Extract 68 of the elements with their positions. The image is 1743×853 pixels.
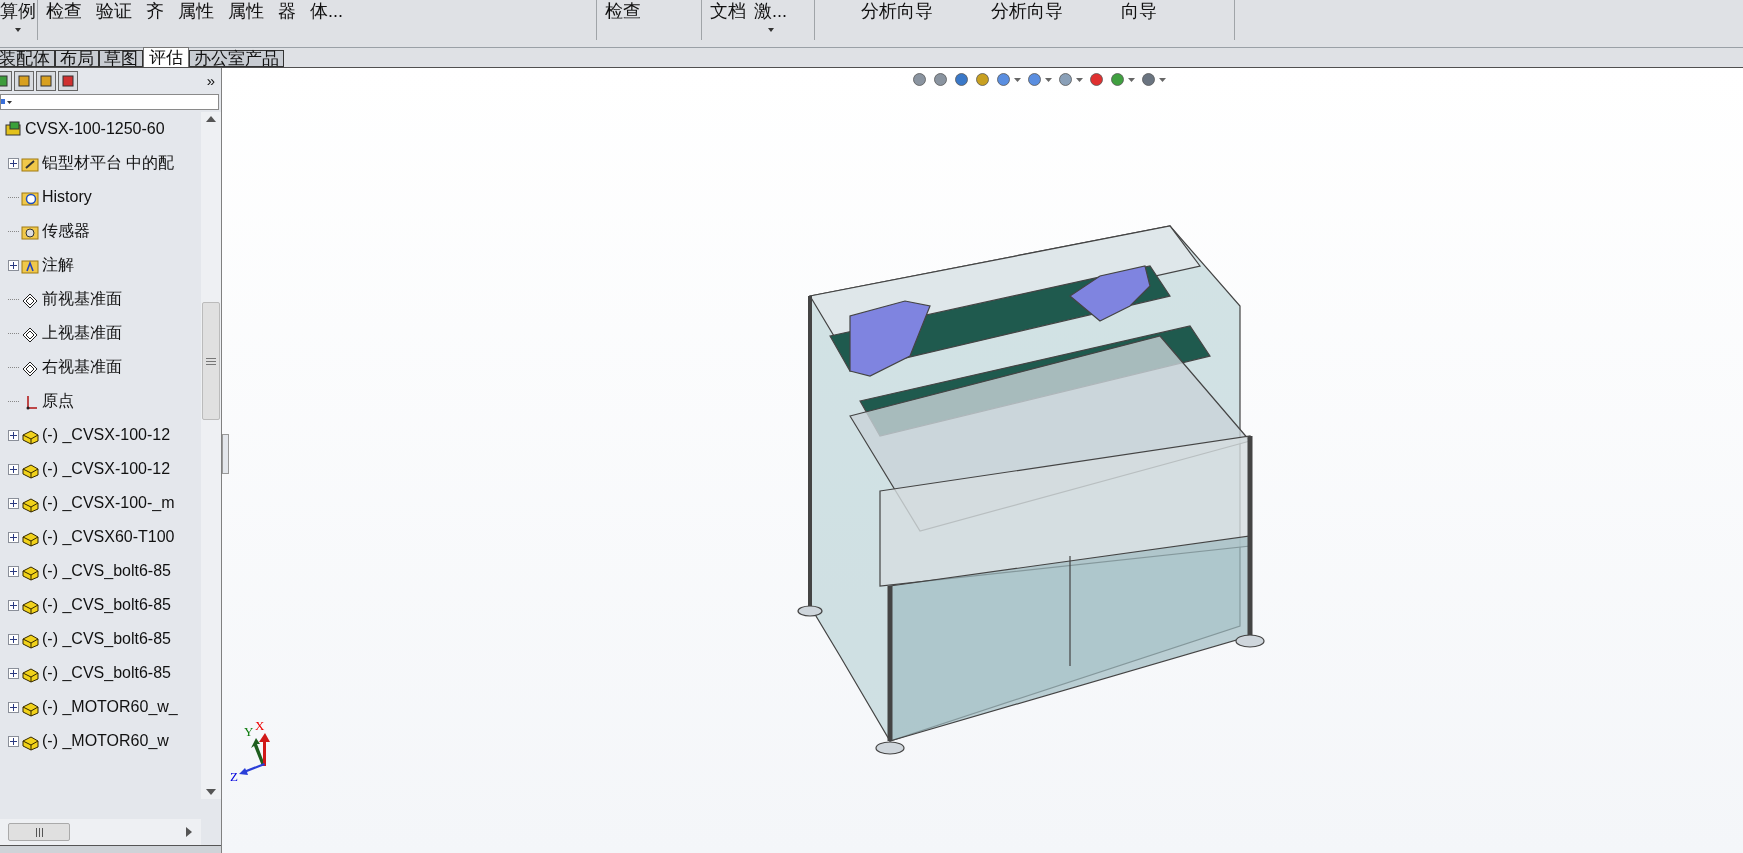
tree-item[interactable]: CVSX-100-1250-60 [25,117,165,141]
configuration-icon[interactable] [36,71,56,91]
toolbar-button[interactable]: 验证 [94,0,134,22]
filter-field[interactable] [0,94,219,110]
tree-item[interactable]: (-) _CVS_bolt6-85 [42,661,171,685]
tree-item[interactable]: (-) _CVSX-100-_m [42,491,175,515]
expand-toggle[interactable] [8,667,19,679]
scroll-right-icon[interactable] [185,826,193,838]
tree-item[interactable]: 上视基准面 [42,321,122,345]
vertical-scrollbar[interactable] [201,112,221,799]
expand-toggle[interactable] [8,599,19,611]
toolbar-button[interactable]: 算例 [0,0,38,32]
color-wheel-icon[interactable] [58,71,78,91]
toolbar-button[interactable]: 齐 [144,0,166,22]
y-axis-label: Y [244,725,254,738]
tree-item[interactable]: (-) _CVS_bolt6-85 [42,593,171,617]
tab[interactable]: 办公室产品 [189,50,284,67]
toolbar-button[interactable]: 检查 [44,0,84,22]
tree-item[interactable]: (-) _CVS_bolt6-85 [42,627,171,651]
toolbar-button[interactable]: 属性 [176,0,216,22]
tree-item[interactable]: 注解 [42,253,74,277]
horizontal-scrollbar[interactable] [0,819,201,845]
tab[interactable]: 装配体 [0,50,55,67]
expand-toggle[interactable] [8,259,19,271]
toolbar-button[interactable]: 向导 [1119,0,1159,22]
tree-item[interactable]: (-) _MOTOR60_w [42,729,169,753]
tab[interactable]: 草图 [99,50,143,67]
expand-toggle[interactable] [8,565,19,577]
scroll-up-icon[interactable] [206,116,216,122]
toolbar-button[interactable]: 检查 [603,0,643,22]
expand-toggle[interactable] [8,633,19,645]
tree-item[interactable]: (-) _CVSX-100-12 [42,423,171,447]
expand-toggle[interactable] [8,497,19,509]
expand-toggle[interactable] [8,429,19,441]
toolbar-button[interactable]: 体... [308,0,345,22]
view-collapse-handle[interactable] [222,434,229,474]
toolbar-button[interactable]: 激... [752,0,789,32]
assembly-icon [4,119,22,139]
toolbar-button[interactable]: 分析向导 [859,0,935,22]
scroll-down-icon[interactable] [206,789,216,795]
more-button[interactable]: » [206,69,221,93]
expand-toggle[interactable] [8,531,19,543]
expand-toggle[interactable] [8,701,19,713]
z-axis-label: Z [230,770,238,783]
tab[interactable]: 评估 [143,47,189,67]
toolbar-button[interactable]: 文档 [708,0,748,22]
toolbar-button[interactable]: 属性 [226,0,266,22]
tree-item[interactable]: (-) _CVSX60-T100 [42,525,175,549]
property-sheet-icon[interactable] [14,71,34,91]
tab[interactable]: 布局 [55,50,99,67]
caret-icon [767,28,774,32]
expand-toggle[interactable] [8,157,19,169]
tree-item[interactable]: (-) _MOTOR60_w_ [42,695,178,719]
tree-item[interactable]: History [42,185,92,209]
tree-item[interactable]: (-) _CVS_bolt6-85 [42,559,171,583]
tree-item[interactable]: (-) _CVSX-100-12 [42,457,171,481]
tree-item[interactable]: 铝型材平台 中的配 [42,151,175,175]
expand-toggle[interactable] [8,463,19,475]
toolbar-button[interactable]: 器 [276,0,298,22]
tree-item[interactable]: 前视基准面 [42,287,122,311]
filter-dropdown-icon [1,98,13,106]
tree-item[interactable]: 传感器 [42,219,90,243]
expand-toggle[interactable] [8,735,19,747]
tree-item[interactable]: 原点 [42,389,74,413]
caret-icon [15,28,21,32]
toolbar-button[interactable]: 分析向导 [989,0,1065,22]
tree-item[interactable]: 右视基准面 [42,355,122,379]
x-axis-label: X [255,719,265,732]
